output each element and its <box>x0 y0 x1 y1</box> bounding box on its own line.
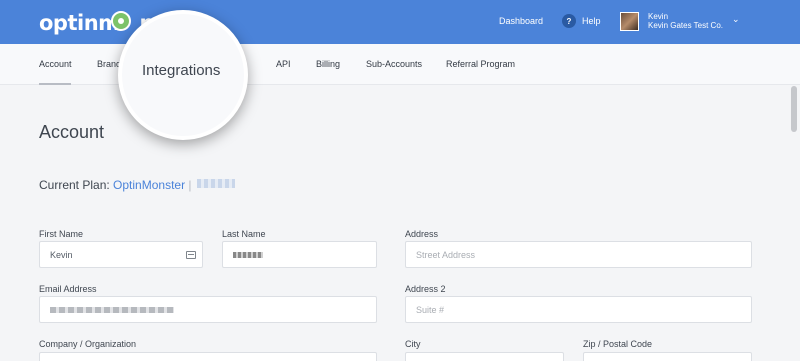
contact-card-icon <box>186 251 196 259</box>
plan-separator: | <box>188 178 192 192</box>
zip-label: Zip / Postal Code <box>583 339 653 349</box>
help-link[interactable]: ? Help <box>562 13 601 29</box>
address-placeholder: Street Address <box>416 249 476 260</box>
address2-placeholder: Suite # <box>416 304 445 315</box>
redacted-plan-detail <box>197 179 235 188</box>
last-name-field[interactable] <box>222 241 377 268</box>
tab-sub-accounts[interactable]: Sub-Accounts <box>366 59 422 69</box>
first-name-label: First Name <box>39 229 84 239</box>
current-plan: Current Plan: OptinMonster | <box>39 178 192 192</box>
active-tab-indicator <box>39 83 71 85</box>
city-label: City <box>405 339 421 349</box>
address2-field[interactable]: Suite # <box>405 296 752 323</box>
zip-field[interactable] <box>583 352 752 361</box>
magnifier-callout: Integrations <box>118 10 248 140</box>
tab-account[interactable]: Account <box>39 59 72 69</box>
address2-label: Address 2 <box>405 284 446 294</box>
city-field[interactable] <box>405 352 564 361</box>
first-name-field[interactable]: Kevin <box>39 241 203 268</box>
monster-icon <box>111 11 131 31</box>
page-title: Account <box>39 122 105 142</box>
redacted-email <box>50 306 174 313</box>
email-label: Email Address <box>39 284 97 294</box>
user-name[interactable]: Kevin <box>648 12 668 21</box>
nav-link-dashboard[interactable]: Dashboard <box>499 16 543 26</box>
user-organization[interactable]: Kevin Gates Test Co. <box>648 21 723 30</box>
tab-referral-program[interactable]: Referral Program <box>446 59 515 69</box>
current-plan-label: Current Plan: <box>39 178 110 192</box>
help-label: Help <box>582 16 601 26</box>
company-field[interactable] <box>39 352 377 361</box>
current-plan-link[interactable]: OptinMonster <box>113 178 185 192</box>
logo-text: optinm <box>39 11 120 35</box>
help-icon: ? <box>562 14 576 28</box>
chevron-down-icon[interactable]: ⌄ <box>732 14 740 25</box>
last-name-label: Last Name <box>222 229 266 239</box>
top-navigation-bar: optinmnster Dashboard ? Help Kevin Kevin… <box>0 0 800 44</box>
tab-billing[interactable]: Billing <box>316 59 340 69</box>
redacted-last-name <box>233 251 263 258</box>
address-field[interactable]: Street Address <box>405 241 752 268</box>
address-label: Address <box>405 229 439 239</box>
tab-api[interactable]: API <box>276 59 291 69</box>
page-scrollbar[interactable] <box>791 86 797 132</box>
tab-integrations[interactable]: Integrations <box>142 62 220 79</box>
first-name-value: Kevin <box>50 249 73 260</box>
company-label: Company / Organization <box>39 339 137 349</box>
email-field[interactable] <box>39 296 377 323</box>
avatar[interactable] <box>620 12 639 31</box>
